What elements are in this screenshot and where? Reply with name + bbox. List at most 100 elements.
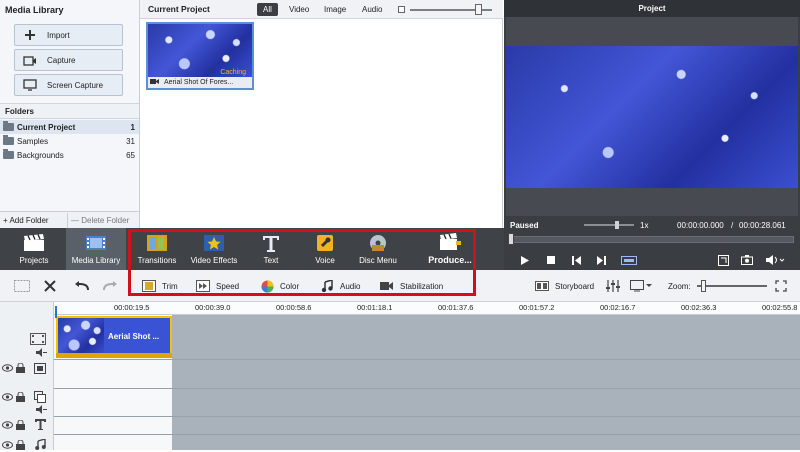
track-visibility-icon[interactable] [2, 393, 13, 403]
total-time: 00:00:28.061 [739, 220, 786, 230]
zoom-label: Zoom: [668, 281, 691, 291]
track-lock-icon[interactable] [16, 439, 25, 452]
storyboard-button[interactable]: Storyboard [535, 279, 594, 293]
track-mute-icon[interactable] [36, 405, 47, 416]
clip-caption: Aerial Shot Of Fores... [148, 77, 252, 88]
add-folder-button[interactable]: + Add Folder [0, 212, 68, 228]
aspect-ratio-dropdown[interactable] [630, 279, 652, 293]
clip-caption-text: Aerial Shot Of Fores... [164, 79, 234, 86]
folder-actions: + Add Folder — Delete Folder [0, 211, 139, 228]
timeline-ruler[interactable]: 00:00:19.5 00:00:39.0 00:00:58.6 00:01:1… [54, 302, 800, 315]
zoom-slider-handle[interactable] [701, 280, 706, 292]
track-divider [54, 416, 800, 417]
music-track-icon [35, 438, 46, 452]
camera-icon [23, 53, 37, 67]
ruler-tick: 00:01:57.2 [519, 303, 555, 312]
folder-backgrounds[interactable]: Backgrounds 65 [0, 148, 139, 162]
track-divider [54, 434, 800, 435]
filter-image[interactable]: Image [318, 3, 352, 16]
track-lock-icon[interactable] [16, 391, 25, 404]
ruler-tick: 00:00:39.0 [195, 303, 231, 312]
audio-mixer-icon[interactable] [606, 279, 620, 293]
thumbnail-size-slider-handle[interactable] [475, 4, 482, 15]
previous-frame-icon[interactable] [570, 254, 584, 266]
delete-icon[interactable] [44, 279, 56, 293]
filter-all[interactable]: All [257, 3, 278, 16]
folder-count: 1 [130, 122, 135, 132]
expand-preview-icon[interactable] [716, 254, 730, 266]
fullscreen-preview-icon[interactable] [620, 254, 638, 266]
plus-icon [23, 28, 37, 42]
ruler-tick: 00:00:19.5 [114, 303, 150, 312]
import-label: Import [47, 30, 70, 40]
overlay-track-icon [34, 363, 46, 376]
clapperboard-icon [23, 233, 45, 252]
ruler-tick: 00:02:55.8 [762, 303, 798, 312]
toolbar-projects[interactable]: Projects [6, 228, 62, 270]
preview-letterbox-top [506, 17, 798, 46]
highlight-annotation-box [128, 229, 476, 296]
preview-video[interactable] [506, 46, 798, 188]
speed-slider-handle[interactable] [615, 221, 619, 229]
video-track-icon [30, 333, 46, 347]
screen-capture-label: Screen Capture [47, 80, 104, 90]
timeline-playhead[interactable] [55, 306, 57, 318]
import-button[interactable]: Import [14, 24, 123, 46]
timeline-clip-label: Aerial Shot ... [108, 332, 160, 341]
speed-slider[interactable] [584, 224, 634, 226]
redo-icon[interactable] [102, 279, 118, 293]
capture-button[interactable]: Capture [14, 49, 123, 71]
folder-name: Backgrounds [17, 150, 64, 160]
filter-video[interactable]: Video [283, 3, 315, 16]
folder-icon [3, 149, 14, 159]
caching-badge: Caching [220, 69, 246, 76]
toolbar-media-library[interactable]: Media Library [66, 228, 126, 270]
ruler-tick: 00:00:58.6 [276, 303, 312, 312]
capture-label: Capture [47, 55, 76, 65]
zoom-slider[interactable] [697, 285, 767, 287]
ruler-tick: 00:01:18.1 [357, 303, 393, 312]
media-clip-aerial-forest[interactable]: Caching Aerial Shot Of Fores... [146, 22, 254, 90]
play-icon[interactable] [518, 254, 532, 266]
current-project-header: Current Project All Video Image Audio [140, 0, 503, 19]
track-mute-icon[interactable] [36, 348, 47, 359]
volume-icon[interactable] [764, 254, 786, 266]
media-library-panel: Media Library Import Capture Screen Capt… [0, 0, 140, 228]
ruler-tick: 00:01:37.6 [438, 303, 474, 312]
next-frame-icon[interactable] [594, 254, 608, 266]
snapshot-icon[interactable] [740, 254, 754, 266]
track-divider [54, 388, 800, 389]
delete-folder-button[interactable]: — Delete Folder [68, 213, 132, 228]
ruler-tick: 00:02:16.7 [600, 303, 636, 312]
track-lock-icon[interactable] [16, 362, 25, 375]
folder-current-project[interactable]: Current Project 1 [0, 120, 139, 134]
playback-speed: 1x [640, 220, 649, 230]
current-project-title: Current Project [148, 4, 210, 14]
filter-audio[interactable]: Audio [356, 3, 388, 16]
track-lock-icon[interactable] [16, 419, 25, 432]
toolbar-projects-label: Projects [19, 255, 49, 265]
copy-track-icon [34, 391, 46, 405]
track-visibility-icon[interactable] [2, 364, 13, 374]
timeline-video-clip[interactable]: Aerial Shot ... [56, 316, 172, 356]
fit-to-window-icon[interactable] [775, 279, 787, 293]
folder-name: Current Project [17, 122, 76, 132]
track-visibility-icon[interactable] [2, 421, 13, 431]
screen-capture-button[interactable]: Screen Capture [14, 74, 123, 96]
stop-icon[interactable] [544, 254, 558, 266]
folder-icon [3, 121, 14, 131]
folders-title: Folders [0, 103, 139, 119]
playback-progress-bar[interactable] [510, 236, 794, 243]
undo-icon[interactable] [74, 279, 90, 293]
toolbar-media-library-label: Media Library [71, 255, 121, 265]
media-library-title: Media Library [5, 5, 64, 15]
film-strip-icon [85, 234, 107, 252]
split-icon[interactable] [14, 279, 30, 293]
text-track-icon [35, 419, 46, 432]
current-project-panel: Current Project All Video Image Audio Ca… [140, 0, 503, 228]
folder-samples[interactable]: Samples 31 [0, 134, 139, 148]
thumbnail-size-icon [398, 6, 405, 13]
playback-progress-handle[interactable] [508, 233, 514, 245]
playback-status: Paused [510, 220, 539, 230]
folder-icon [3, 135, 14, 145]
